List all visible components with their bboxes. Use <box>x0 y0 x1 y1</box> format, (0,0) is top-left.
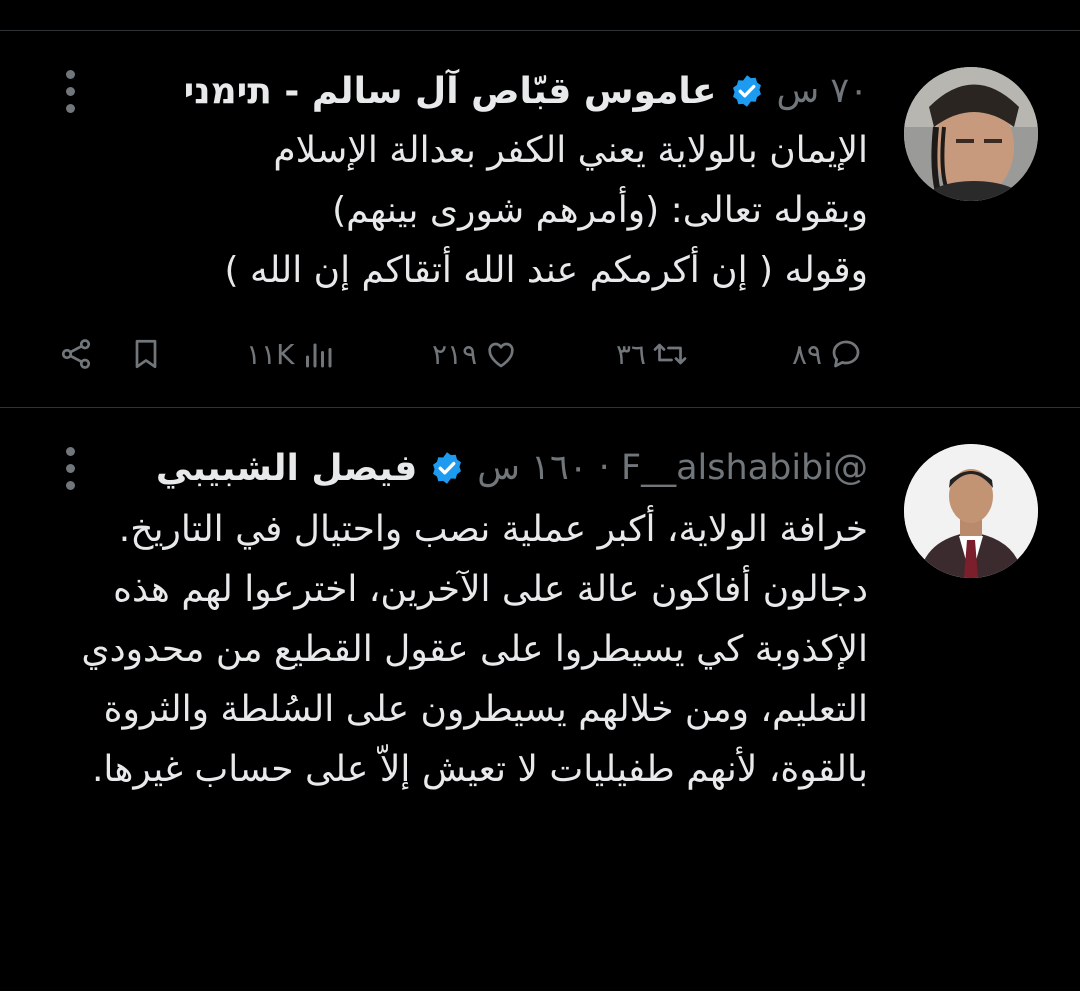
tweet-1-header: عاموس قبّاص آل سالم - תימני ٧٠ س <box>184 65 868 117</box>
bookmark-icon <box>135 339 157 369</box>
views-button[interactable]: ١١K <box>246 324 336 384</box>
retweet-icon <box>653 343 687 365</box>
avatar-1[interactable] <box>904 67 1038 201</box>
share-button[interactable] <box>58 324 94 384</box>
views-count: ١١K <box>246 337 295 371</box>
like-count: ٢١٩ <box>432 337 478 371</box>
author-name[interactable]: عاموس قبّاص آل سالم - תימני <box>184 71 717 112</box>
tweet-2[interactable]: فيصل الشبيبي @F__alshabibi · ١٦٠ س خرافة… <box>0 408 1080 991</box>
verified-badge-icon <box>429 450 465 486</box>
like-button[interactable]: ٢١٩ <box>432 324 519 384</box>
avatar-image-2 <box>904 444 1038 578</box>
tweet-2-header: فيصل الشبيبي @F__alshabibi · ١٦٠ س <box>156 442 868 494</box>
tweet-2-text: خرافة الولاية، أكبر عملية نصب واحتيال في… <box>81 509 868 790</box>
bookmark-button[interactable] <box>128 324 164 384</box>
timestamp[interactable]: ٧٠ س <box>777 71 868 111</box>
handle-and-timestamp[interactable]: @F__alshabibi · ١٦٠ س <box>477 448 868 488</box>
reply-button[interactable]: ٨٩ <box>792 324 864 384</box>
verified-badge-icon <box>729 73 765 109</box>
avatar-2[interactable] <box>904 444 1038 578</box>
reply-icon <box>832 340 860 368</box>
like-icon <box>488 342 514 368</box>
views-icon <box>306 343 332 368</box>
reply-count: ٨٩ <box>792 337 823 371</box>
retweet-button[interactable]: ٣٦ <box>616 324 688 384</box>
tweet-1[interactable]: عاموس قبّاص آل سالم - תימני ٧٠ س الإيمان… <box>0 31 1080 407</box>
more-icon[interactable] <box>52 65 88 117</box>
author-name[interactable]: فيصل الشبيبي <box>156 448 417 489</box>
more-icon[interactable] <box>52 442 88 494</box>
tweet-1-actions: ٨٩ ٣٦ ٢١٩ ١١K <box>0 324 1080 384</box>
avatar-image-1 <box>904 67 1038 201</box>
share-icon <box>61 339 91 369</box>
tweet-1-text: الإيمان بالولاية يعني الكفر بعدالة الإسل… <box>224 130 868 291</box>
retweet-count: ٣٦ <box>616 337 647 371</box>
